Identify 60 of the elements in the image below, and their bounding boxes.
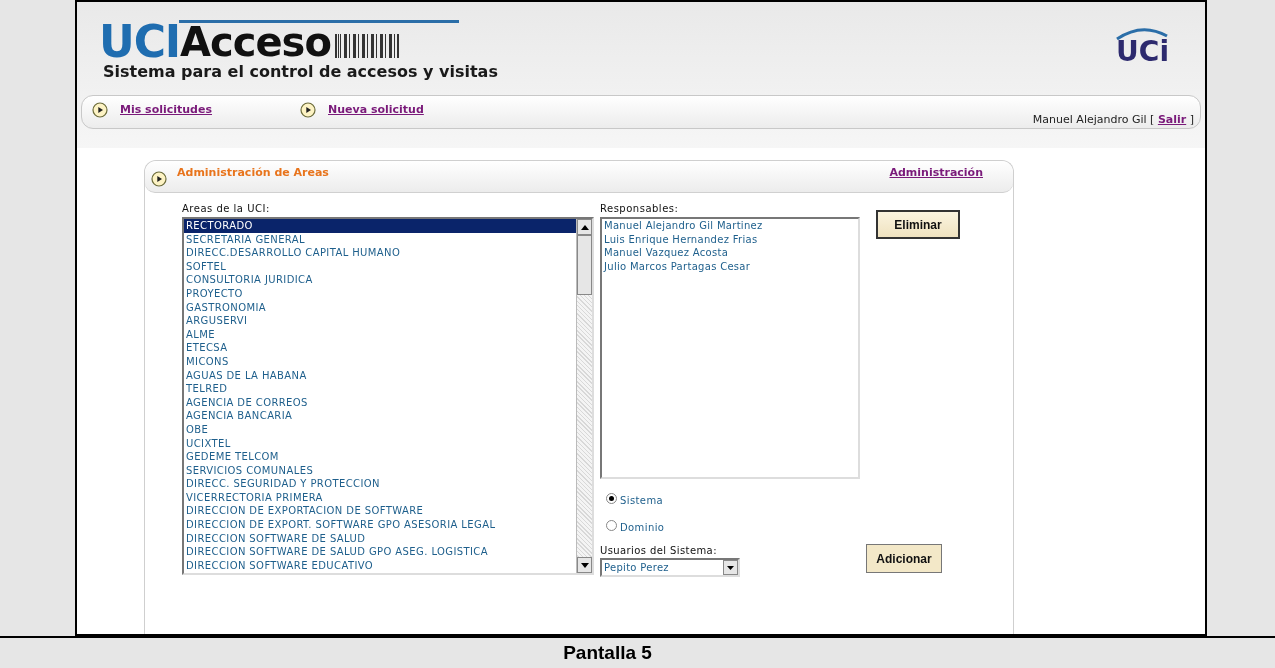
area-option[interactable]: AGENCIA BANCARIA bbox=[184, 409, 576, 423]
scrollbar[interactable] bbox=[576, 219, 592, 573]
area-option[interactable]: TELRED bbox=[184, 382, 576, 396]
area-option[interactable]: GEDEME TELCOM bbox=[184, 450, 576, 464]
add-button[interactable]: Adicionar bbox=[866, 544, 942, 573]
barcode-icon bbox=[334, 34, 399, 58]
system-users-label: Usuarios del Sistema: bbox=[600, 545, 718, 557]
responsable-option[interactable]: Luis Enrique Hernandez Frias bbox=[604, 232, 858, 247]
area-option[interactable]: AGENCIA DE CORREOS bbox=[184, 395, 576, 410]
responsable-option[interactable]: Manuel Alejandro Gil Martinez bbox=[604, 219, 858, 233]
delete-button[interactable]: Eliminar bbox=[876, 210, 960, 239]
up-arrow-icon[interactable] bbox=[580, 224, 589, 230]
area-option[interactable]: SECRETARIA GENERAL bbox=[184, 232, 576, 247]
responsables-label: Responsables: bbox=[600, 203, 680, 215]
panel-title: Administración de Areas bbox=[177, 165, 329, 182]
scroll-thumb[interactable] bbox=[577, 235, 592, 295]
area-option[interactable]: RECTORADO bbox=[184, 219, 576, 233]
area-option[interactable]: PROYECTO bbox=[184, 286, 576, 301]
responsable-option[interactable]: Manuel Vazquez Acosta bbox=[604, 246, 858, 260]
radio-button[interactable] bbox=[606, 493, 617, 504]
radio-label: Sistema bbox=[620, 494, 664, 508]
tagline: Sistema para el control de accesos y visitas bbox=[103, 62, 498, 82]
area-option[interactable]: DIRECC. SEGURIDAD Y PROTECCION bbox=[184, 477, 576, 491]
play-icon bbox=[300, 102, 316, 119]
areas-label: Areas de la UCI: bbox=[182, 203, 271, 215]
radio-label: Dominio bbox=[620, 521, 665, 535]
responsable-option[interactable]: Julio Marcos Partagas Cesar bbox=[604, 259, 858, 274]
user-info: Manuel Alejandro Gil [ Salir ] bbox=[1032, 112, 1194, 128]
areas-listbox[interactable] bbox=[182, 217, 594, 575]
area-option[interactable]: OBE bbox=[184, 422, 576, 437]
down-arrow-icon[interactable] bbox=[580, 562, 589, 568]
area-option[interactable]: DIRECCION SOFTWARE DE SALUD GPO ASEG. LOGISTICA bbox=[184, 545, 576, 559]
nav-link[interactable]: Mis solicitudes bbox=[120, 102, 212, 119]
area-option[interactable]: GASTRONOMIA bbox=[184, 300, 576, 315]
area-option[interactable]: ETECSA bbox=[184, 341, 576, 355]
logo: UCIAcceso Sistema para el control de accesos y visitas bbox=[99, 20, 498, 82]
area-option[interactable]: DIRECCION DE EXPORT. SOFTWARE GPO ASESORIA LEGAL bbox=[184, 518, 576, 532]
area-option[interactable]: MICONS bbox=[184, 354, 576, 369]
area-option[interactable]: DIRECC.DESARROLLO CAPITAL HUMANO bbox=[184, 246, 576, 260]
caption: Pantalla 5 bbox=[563, 640, 652, 665]
emblem-logo: UCi bbox=[1115, 26, 1169, 66]
area-option[interactable]: DIRECCION SOFTWARE EDUCATIVO bbox=[184, 558, 576, 573]
admin-link[interactable]: Administración bbox=[889, 165, 983, 182]
area-option[interactable]: AGUAS DE LA HABANA bbox=[184, 368, 576, 383]
nav-link[interactable]: Nueva solicitud bbox=[328, 102, 424, 119]
area-option[interactable]: DIRECCION DE EXPORTACION DE SOFTWARE bbox=[184, 504, 576, 519]
area-option[interactable]: SERVICIOS COMUNALES bbox=[184, 463, 576, 478]
radio-button[interactable] bbox=[606, 520, 617, 531]
play-icon bbox=[92, 102, 108, 119]
play-icon bbox=[151, 170, 167, 187]
area-option[interactable]: SOFTEL bbox=[184, 259, 576, 274]
area-option[interactable]: DIRECCION SOFTWARE DE SALUD bbox=[184, 531, 576, 546]
area-option[interactable]: ARGUSERVI bbox=[184, 314, 576, 328]
area-option[interactable]: CONSULTORIA JURIDICA bbox=[184, 273, 576, 287]
responsables-listbox[interactable]: Manuel Alejandro Gil Martinez Luis Enrique Hernandez Frias Manuel Vazquez Acosta Julio Marcos Partagas Cesar bbox=[600, 217, 860, 479]
area-option[interactable]: VICERRECTORIA PRIMERA bbox=[184, 490, 576, 505]
area-option[interactable]: UCIXTEL bbox=[184, 436, 576, 451]
area-option[interactable]: ALME bbox=[184, 327, 576, 342]
system-users-select[interactable]: Pepito Perez bbox=[600, 558, 740, 577]
logout-link[interactable]: Salir bbox=[1157, 113, 1187, 126]
